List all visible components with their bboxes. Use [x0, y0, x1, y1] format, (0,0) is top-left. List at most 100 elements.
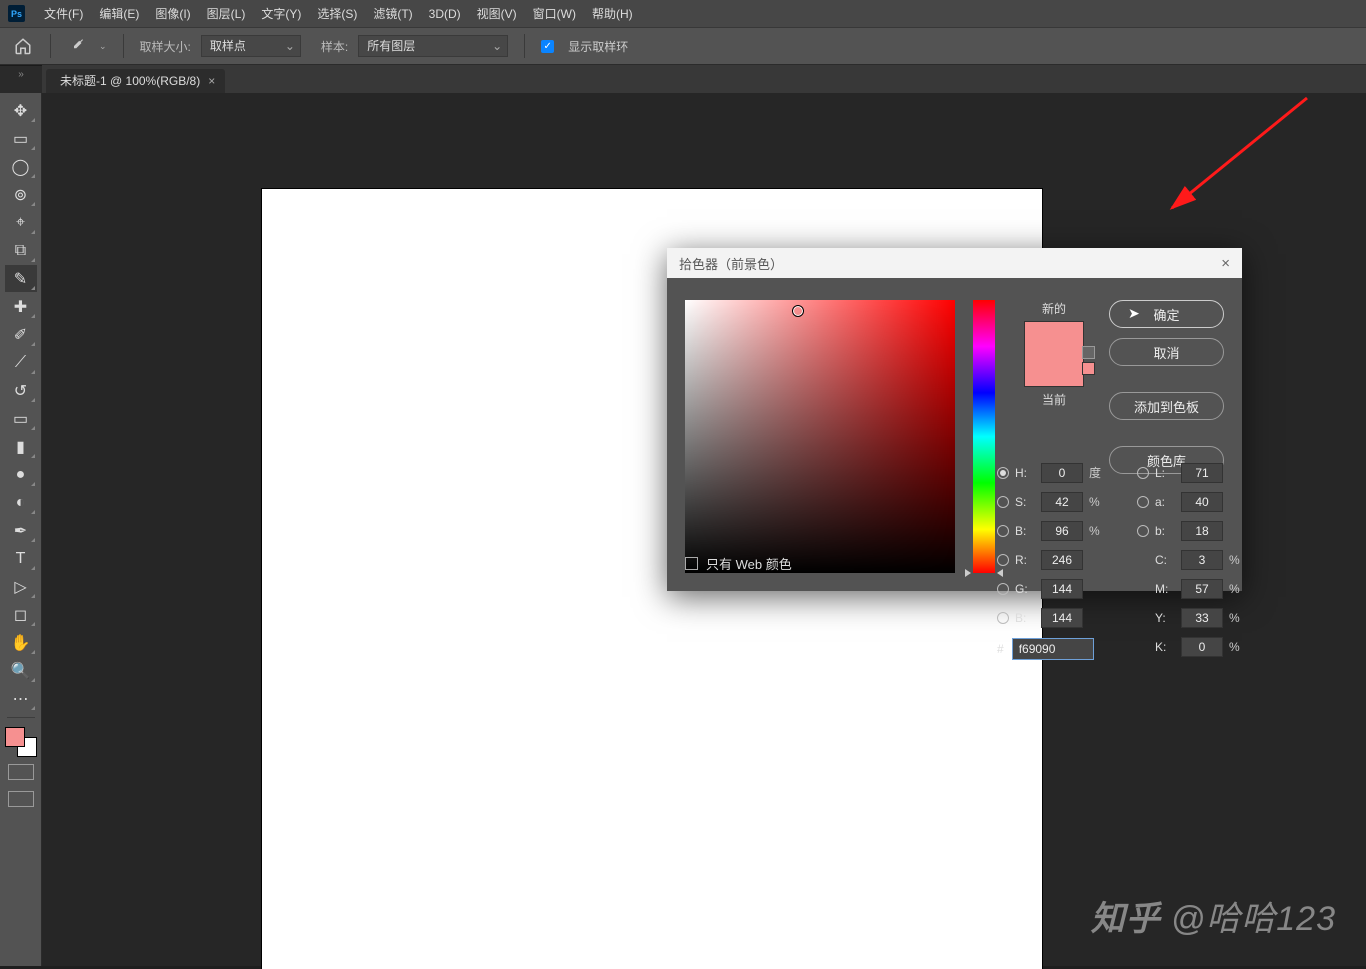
menu-edit[interactable]: 编辑(E): [92, 5, 146, 22]
new-color-label: 新的: [1042, 300, 1066, 317]
menu-file[interactable]: 文件(F): [37, 5, 90, 22]
c-input[interactable]: [1181, 550, 1223, 570]
menu-help[interactable]: 帮助(H): [585, 5, 640, 22]
pen-tool[interactable]: ✒: [5, 517, 37, 544]
lasso-tool[interactable]: ◯: [5, 153, 37, 180]
radio-h[interactable]: [997, 467, 1009, 479]
annotation-arrow-icon: [1137, 93, 1317, 233]
g-input[interactable]: [1041, 579, 1083, 599]
gamut-swatch-icon[interactable]: [1082, 362, 1095, 375]
menu-window[interactable]: 窗口(W): [526, 5, 583, 22]
sample-size-select[interactable]: 取样点: [201, 35, 301, 57]
current-color-label: 当前: [1042, 391, 1066, 408]
add-swatch-button[interactable]: 添加到色板: [1109, 392, 1224, 420]
quick-select-tool[interactable]: ⊚: [5, 181, 37, 208]
more-tools[interactable]: ⋯: [5, 685, 37, 712]
close-icon[interactable]: ×: [208, 69, 215, 93]
gamut-warning-icon[interactable]: [1082, 346, 1095, 359]
b-hsb-input[interactable]: [1041, 521, 1083, 541]
l-input[interactable]: [1181, 463, 1223, 483]
radio-g[interactable]: [997, 583, 1009, 595]
tab-gutter-chevron-icon[interactable]: »: [0, 65, 42, 93]
radio-b3[interactable]: [1137, 525, 1149, 537]
b-rgb-input[interactable]: [1041, 608, 1083, 628]
type-tool[interactable]: T: [5, 545, 37, 572]
show-ring-label: 显示取样环: [568, 38, 628, 55]
close-icon[interactable]: ×: [1221, 255, 1230, 272]
document-tabs: 未标题-1 @ 100%(RGB/8) ×: [42, 65, 1366, 93]
menu-image[interactable]: 图像(I): [148, 5, 197, 22]
frame-tool[interactable]: ⧉: [5, 237, 37, 264]
watermark-user: @哈哈123: [1171, 891, 1336, 940]
menu-filter[interactable]: 滤镜(T): [366, 5, 419, 22]
s-input[interactable]: [1041, 492, 1083, 512]
move-tool[interactable]: ✥: [5, 97, 37, 124]
eraser-tool[interactable]: ▭: [5, 405, 37, 432]
brush-tool[interactable]: ✐: [5, 321, 37, 348]
chevron-down-icon[interactable]: ⌄: [99, 41, 107, 52]
b-lab-input[interactable]: [1181, 521, 1223, 541]
sv-cursor-icon[interactable]: [792, 305, 804, 317]
heal-tool[interactable]: ✚: [5, 293, 37, 320]
radio-l[interactable]: [1137, 467, 1149, 479]
show-ring-checkbox[interactable]: ✓: [541, 40, 554, 53]
radio-b[interactable]: [997, 525, 1009, 537]
cancel-button[interactable]: 取消: [1109, 338, 1224, 366]
r-input[interactable]: [1041, 550, 1083, 570]
gradient-tool[interactable]: ▮: [5, 433, 37, 460]
sample-size-label: 取样大小:: [140, 38, 191, 55]
shape-tool[interactable]: ◻: [5, 601, 37, 628]
hand-tool[interactable]: ✋: [5, 629, 37, 656]
ok-button[interactable]: ➤ 确定: [1109, 300, 1224, 328]
home-icon[interactable]: [12, 35, 34, 57]
separator: [50, 34, 51, 58]
saturation-value-field[interactable]: [685, 300, 955, 573]
menu-3d[interactable]: 3D(D): [422, 7, 468, 21]
h-input[interactable]: [1041, 463, 1083, 483]
menu-layer[interactable]: 图层(L): [200, 5, 253, 22]
radio-a[interactable]: [1137, 496, 1149, 508]
quickmask-toggle[interactable]: [8, 764, 34, 780]
menu-bar: Ps 文件(F) 编辑(E) 图像(I) 图层(L) 文字(Y) 选择(S) 滤…: [0, 0, 1366, 27]
current-color-swatch[interactable]: [1025, 354, 1083, 386]
blur-tool[interactable]: ●: [5, 461, 37, 488]
document-tab[interactable]: 未标题-1 @ 100%(RGB/8) ×: [46, 69, 225, 93]
color-picker-dialog: 拾色器（前景色） × 新的 当前: [667, 248, 1242, 591]
cursor-icon: ➤: [1128, 305, 1140, 322]
history-brush-tool[interactable]: ↺: [5, 377, 37, 404]
workspace: 拾色器（前景色） × 新的 当前: [42, 93, 1366, 966]
eyedropper-icon[interactable]: [67, 36, 87, 56]
eyedropper-tool[interactable]: ✎: [5, 265, 37, 292]
menu-type[interactable]: 文字(Y): [254, 5, 308, 22]
k-input[interactable]: [1181, 637, 1223, 657]
watermark: 知乎 @哈哈123: [1091, 891, 1336, 940]
tools-panel: ✥▭◯⊚⌖⧉✎✚✐⟋↺▭▮●◐✒T▷◻✋🔍⋯: [0, 93, 42, 966]
zoom-tool[interactable]: 🔍: [5, 657, 37, 684]
crop-tool[interactable]: ⌖: [5, 209, 37, 236]
sample-layers-select[interactable]: 所有图层: [358, 35, 508, 57]
radio-b2[interactable]: [997, 612, 1009, 624]
sample-label: 样本:: [321, 38, 348, 55]
stamp-tool[interactable]: ⟋: [5, 349, 37, 376]
hex-input[interactable]: [1012, 638, 1094, 660]
path-select-tool[interactable]: ▷: [5, 573, 37, 600]
radio-s[interactable]: [997, 496, 1009, 508]
hue-slider[interactable]: [973, 300, 995, 573]
dodge-tool[interactable]: ◐: [5, 489, 37, 516]
options-bar: ⌄ 取样大小: 取样点 样本: 所有图层 ✓ 显示取样环: [0, 27, 1366, 65]
screenmode-toggle[interactable]: [8, 791, 34, 807]
tab-title: 未标题-1 @ 100%(RGB/8): [60, 69, 200, 93]
separator: [524, 34, 525, 58]
dialog-titlebar[interactable]: 拾色器（前景色） ×: [667, 248, 1242, 278]
separator: [123, 34, 124, 58]
a-input[interactable]: [1181, 492, 1223, 512]
m-input[interactable]: [1181, 579, 1223, 599]
fg-bg-swatch[interactable]: [9, 729, 33, 753]
menu-select[interactable]: 选择(S): [310, 5, 364, 22]
web-only-checkbox[interactable]: [685, 557, 698, 570]
marquee-tool[interactable]: ▭: [5, 125, 37, 152]
radio-r[interactable]: [997, 554, 1009, 566]
menu-view[interactable]: 视图(V): [470, 5, 524, 22]
y-input[interactable]: [1181, 608, 1223, 628]
color-preview: [1024, 321, 1084, 387]
